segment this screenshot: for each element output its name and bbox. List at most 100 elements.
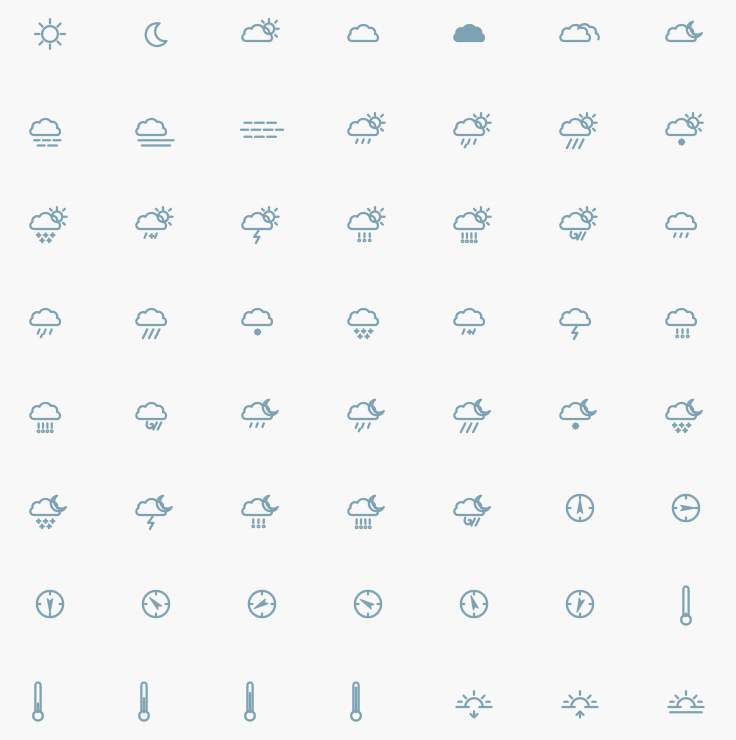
cell-snow-night xyxy=(540,372,620,452)
cell-sleet-night xyxy=(10,468,90,548)
cell-snow-heavy-night xyxy=(646,372,726,452)
thermometer-half-icon xyxy=(244,681,256,722)
sun-icon xyxy=(33,17,67,51)
haze-icon xyxy=(239,121,285,138)
snow-heavy-icon xyxy=(347,307,380,340)
cell-compass-northwest-alt xyxy=(328,564,408,644)
cell-snow-heavy-day xyxy=(10,182,90,262)
cell-sunset xyxy=(434,660,514,740)
rain-icon xyxy=(665,211,698,239)
cell-sleet xyxy=(434,278,514,358)
compass-east-icon xyxy=(671,493,701,523)
compass-northwest-alt-icon xyxy=(353,589,383,619)
cell-thermometer-high xyxy=(104,660,184,740)
partly-cloudy-day-icon xyxy=(241,17,280,43)
rain-storm-icon xyxy=(135,307,168,340)
rain-storm-day-icon xyxy=(559,111,598,150)
mist-icon xyxy=(135,117,175,147)
thunder-day-icon xyxy=(241,205,280,245)
cell-snow xyxy=(222,278,302,358)
sleet-icon xyxy=(453,307,486,335)
rain-storm-night-icon xyxy=(453,398,491,434)
cell-thunder xyxy=(540,278,620,358)
cell-hail-night xyxy=(222,468,302,548)
wind-rain-icon xyxy=(135,401,168,431)
hail-heavy-day-icon xyxy=(453,205,492,244)
cell-thunder-night xyxy=(116,468,196,548)
cell-wind-rain xyxy=(116,372,196,452)
fog-icon xyxy=(29,117,62,147)
cell-wind-rain-night xyxy=(434,468,514,548)
cell-thermometer-half xyxy=(210,660,290,740)
hail-heavy-icon xyxy=(29,401,62,434)
clouds-icon xyxy=(559,23,600,43)
cell-compass-south xyxy=(10,564,90,644)
thunder-icon xyxy=(559,307,592,341)
rain-heavy-day-icon xyxy=(453,111,492,149)
moon-icon xyxy=(144,22,168,48)
cell-sun-horizon xyxy=(646,660,726,740)
cloud-filled-icon xyxy=(453,23,486,43)
compass-northeast-icon xyxy=(565,589,595,619)
thermometer-low-icon xyxy=(680,585,692,626)
cell-rain-storm-night xyxy=(434,372,514,452)
cell-rain-heavy-day xyxy=(434,88,514,168)
cell-sleet-day xyxy=(116,182,196,262)
partly-cloudy-night-icon xyxy=(665,20,703,43)
sunset-icon xyxy=(455,690,493,719)
hail-icon xyxy=(665,307,698,339)
compass-northwest-icon xyxy=(141,589,171,619)
weather-icon-grid xyxy=(0,0,736,736)
cell-wind-rain-day xyxy=(540,182,620,262)
cell-cloud xyxy=(328,0,408,74)
cell-moon xyxy=(116,0,196,74)
cell-compass-southwest xyxy=(222,564,302,644)
compass-north-alt-icon xyxy=(459,589,489,619)
sunrise-icon xyxy=(561,690,599,719)
thunder-night-icon xyxy=(135,494,173,531)
snow-icon xyxy=(241,307,274,336)
cell-hail xyxy=(646,278,726,358)
cell-hail-heavy xyxy=(10,372,90,452)
cell-compass-northwest xyxy=(116,564,196,644)
snow-heavy-day-icon xyxy=(29,205,68,244)
cell-compass-east xyxy=(646,468,726,548)
rain-night-icon xyxy=(241,398,279,429)
cell-hail-heavy-day xyxy=(434,182,514,262)
cell-haze xyxy=(222,88,302,168)
sun-horizon-icon xyxy=(667,690,705,714)
cloud-icon xyxy=(347,23,380,43)
cell-thermometer-full xyxy=(316,660,396,740)
cell-partly-cloudy-night xyxy=(646,0,726,74)
cell-clouds xyxy=(540,0,620,74)
cell-rain-storm-day xyxy=(540,88,620,168)
compass-southwest-icon xyxy=(247,589,277,619)
snow-day-icon xyxy=(665,111,704,146)
wind-rain-night-icon xyxy=(453,494,491,527)
cell-rain-night xyxy=(222,372,302,452)
cell-cloud-filled xyxy=(434,0,514,74)
cell-thermometer-low xyxy=(646,564,726,644)
wind-rain-day-icon xyxy=(559,205,598,241)
snow-night-icon xyxy=(559,398,597,430)
cell-thermometer-mid xyxy=(0,660,78,740)
cell-snow-heavy xyxy=(328,278,408,358)
cell-compass-north xyxy=(540,468,620,548)
cell-thunder-day xyxy=(222,182,302,262)
cell-rain-day xyxy=(328,88,408,168)
hail-heavy-night-icon xyxy=(347,494,385,530)
rain-heavy-icon xyxy=(29,307,62,339)
hail-night-icon xyxy=(241,494,279,529)
cell-rain-heavy-night xyxy=(328,372,408,452)
cell-partly-cloudy-day xyxy=(222,0,302,74)
compass-south-icon xyxy=(35,589,65,619)
cell-rain-storm xyxy=(116,278,196,358)
cell-snow-day xyxy=(646,88,726,168)
cell-compass-north-alt xyxy=(434,564,514,644)
cell-fog xyxy=(10,88,90,168)
rain-day-icon xyxy=(347,111,386,145)
thermometer-mid-icon xyxy=(32,681,44,722)
cell-hail-day xyxy=(328,182,408,262)
cell-rain xyxy=(646,182,726,262)
cell-compass-northeast xyxy=(540,564,620,644)
